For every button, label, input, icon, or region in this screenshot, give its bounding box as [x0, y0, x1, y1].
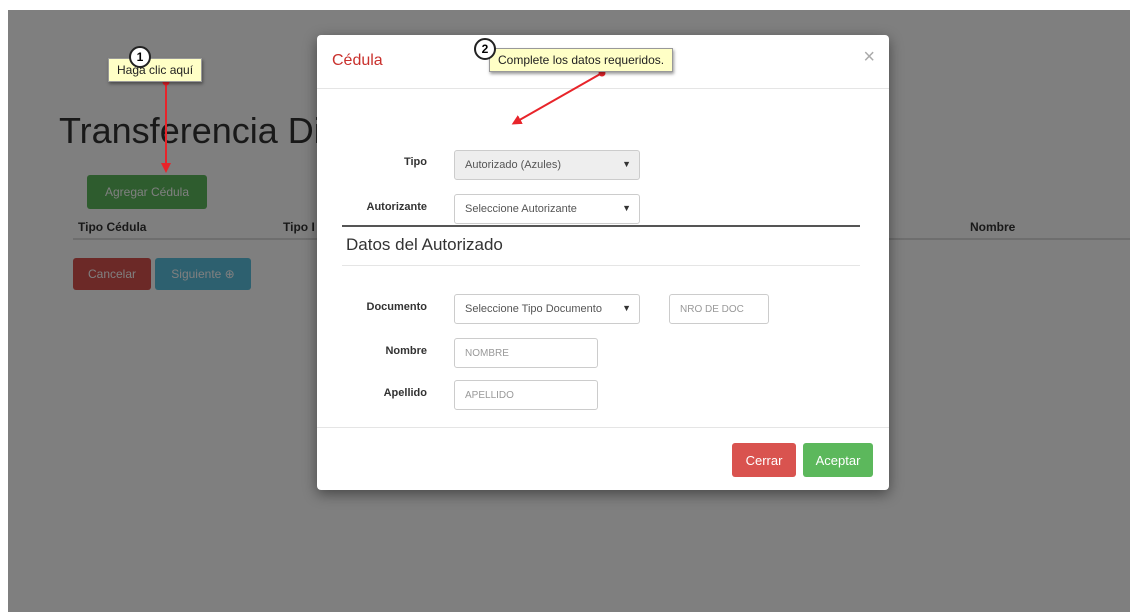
- callout-step-1-text: Haga clic aquí: [117, 63, 194, 77]
- step-2-badge: 2: [474, 38, 496, 60]
- app-screen: Transferencia Dig Agregar Cédula Tipo Cé…: [8, 10, 1130, 612]
- callout-step-2-text: Complete los datos requeridos.: [498, 53, 665, 67]
- annotation-arrows: [161, 69, 606, 173]
- step-1-badge: 1: [129, 46, 151, 68]
- callout-step-2: Complete los datos requeridos.: [489, 48, 674, 72]
- arrow-step-2: [511, 72, 603, 125]
- callout-step-1: Haga clic aquí: [108, 58, 203, 82]
